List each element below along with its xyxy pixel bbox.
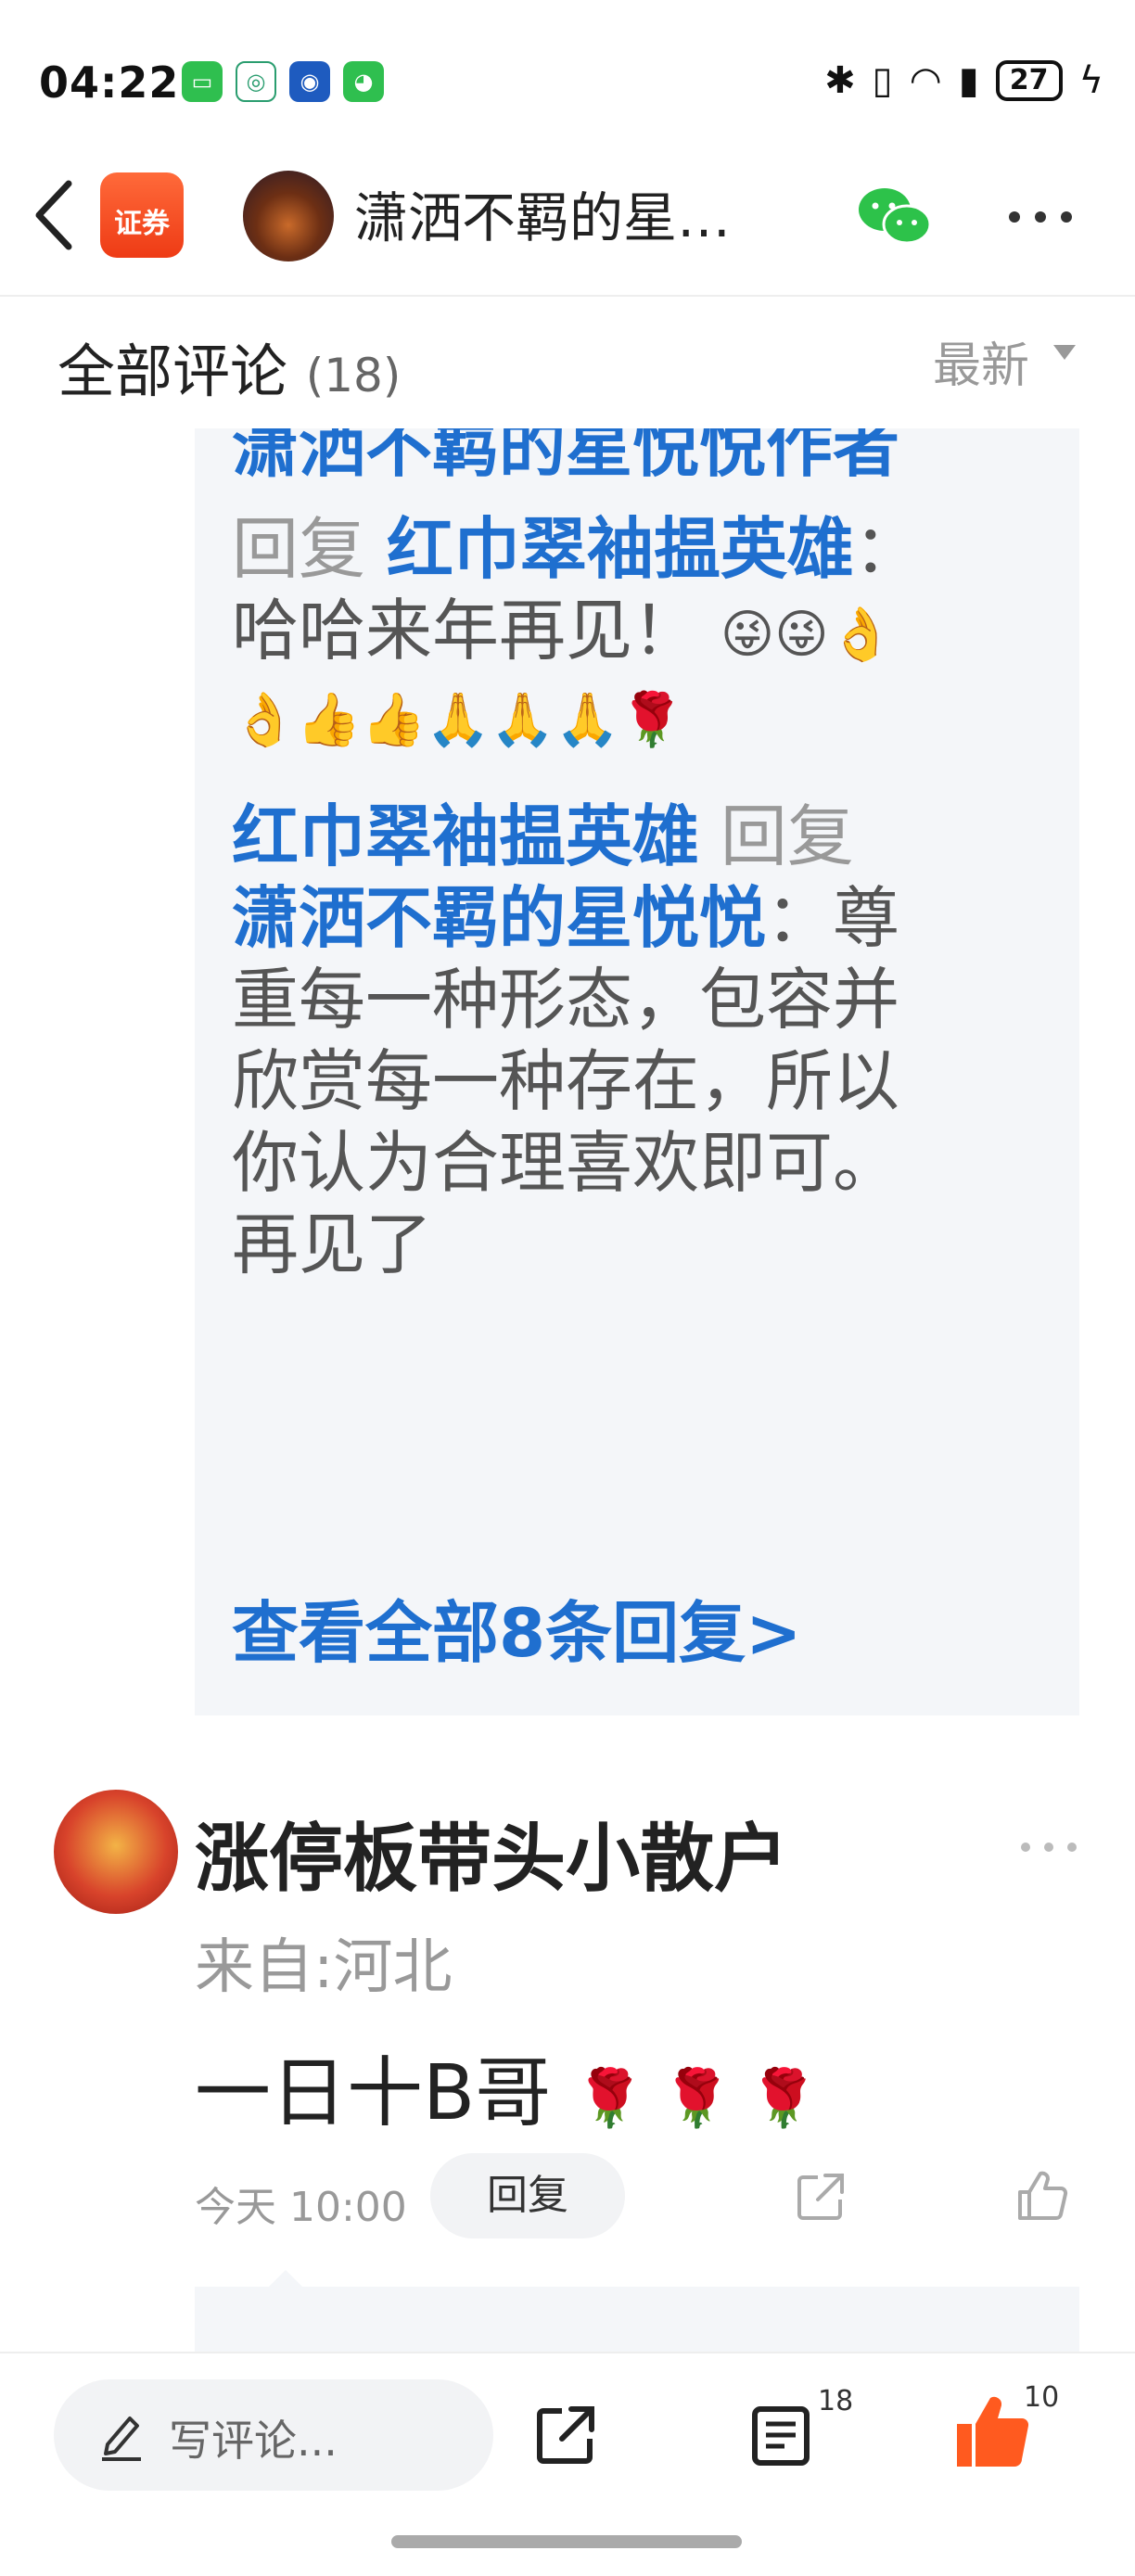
bank-notification-icon: ◎ bbox=[236, 61, 276, 102]
wechat-share-icon[interactable] bbox=[857, 184, 933, 249]
comments-title: 全部评论 bbox=[57, 338, 288, 405]
comments-list-icon[interactable] bbox=[747, 2402, 814, 2468]
comments-count-badge: 18 bbox=[818, 2385, 854, 2417]
reply-word: 回复 bbox=[232, 510, 366, 588]
reply-body: 重每一种形态，包容并 bbox=[232, 961, 900, 1039]
sort-dropdown[interactable]: 最新 bbox=[933, 326, 1029, 396]
comment-text: 一日十B哥 bbox=[195, 2049, 552, 2137]
charging-icon: ϟ bbox=[1078, 59, 1103, 102]
chevron-down-icon[interactable] bbox=[1053, 345, 1076, 360]
vibrate-icon: ▯ bbox=[872, 59, 893, 102]
comment-location: 来自:河北 bbox=[195, 1933, 453, 2002]
reply-line: 红巾翠袖揾英雄 回复 bbox=[232, 796, 854, 877]
like-filled-icon[interactable] bbox=[951, 2391, 1033, 2472]
back-arrow-icon[interactable] bbox=[32, 178, 76, 252]
reply-body: 尊 bbox=[833, 879, 900, 957]
nav-divider bbox=[0, 295, 1135, 297]
wifi-icon: ◠ bbox=[909, 59, 942, 102]
emoji-group: 👌👍👍🙏🙏🙏🌹 bbox=[232, 690, 685, 751]
battery-icon: 27 bbox=[995, 60, 1063, 101]
reply-line: 回复 红巾翠袖揾英雄： bbox=[232, 508, 921, 590]
like-icon[interactable] bbox=[1014, 2168, 1070, 2224]
colon: ： bbox=[766, 879, 834, 957]
reply-target-name[interactable]: 潇洒不羁的星悦悦 bbox=[232, 879, 766, 957]
reply-body: 再见了 bbox=[232, 1205, 433, 1283]
reply-author-partial[interactable]: 潇洒不羁的星悦悦作者 bbox=[232, 428, 899, 488]
reply-button[interactable]: 回复 bbox=[430, 2153, 625, 2238]
like-count-badge: 10 bbox=[1024, 2381, 1060, 2414]
app-notification-icon: ▭ bbox=[182, 61, 223, 102]
page-title[interactable]: 潇洒不羁的星… bbox=[354, 174, 731, 252]
wechat-notification-icon: ◕ bbox=[343, 61, 384, 102]
colon: ： bbox=[853, 510, 921, 588]
status-time: 04:22 bbox=[39, 57, 180, 108]
reply-panel-preview bbox=[195, 2287, 1079, 2361]
securities-app-badge[interactable]: 证券 bbox=[100, 172, 184, 258]
share-icon[interactable] bbox=[532, 2402, 599, 2468]
signal-icon: ▮ bbox=[958, 59, 979, 102]
reply-emojis: 👌👍👍🙏🙏🙏🌹 bbox=[232, 675, 684, 761]
reply-word: 回复 bbox=[720, 797, 854, 875]
reply-target-name[interactable]: 红巾翠袖揾英雄 bbox=[387, 510, 854, 588]
status-icons: ✱ ▯ ◠ ▮ 27 ϟ bbox=[824, 59, 1103, 102]
view-all-replies-link[interactable]: 查看全部8条回复> bbox=[232, 1578, 801, 1676]
comment-input-placeholder[interactable]: 写评论... bbox=[169, 2407, 338, 2468]
reply-panel-notch bbox=[269, 2270, 302, 2287]
reply-body: 哈哈来年再见！ bbox=[232, 592, 700, 670]
more-options-icon[interactable] bbox=[1007, 210, 1074, 224]
reply-author-name[interactable]: 红巾翠袖揾英雄 bbox=[232, 797, 699, 875]
comments-header: 全部评论 (18) bbox=[57, 325, 401, 408]
reply-text: 哈哈来年再见！ 😜😜👌 bbox=[232, 590, 893, 676]
emoji-group: 😜😜👌 bbox=[720, 605, 894, 666]
reply-body: 你认为合理喜欢即可。 bbox=[232, 1124, 900, 1202]
reply-panel: 潇洒不羁的星悦悦作者 回复 红巾翠袖揾英雄： 哈哈来年再见！ 😜😜👌 👌👍👍🙏🙏… bbox=[195, 428, 1079, 1715]
more-options-icon[interactable] bbox=[1020, 1842, 1078, 1853]
reply-body: 欣赏每一种存在，所以 bbox=[232, 1042, 900, 1120]
reply-line: 潇洒不羁的星悦悦：尊 bbox=[232, 877, 899, 959]
home-indicator[interactable] bbox=[391, 2535, 742, 2548]
bluetooth-icon: ✱ bbox=[824, 59, 856, 102]
comment-body: 一日十B哥 🌹 🌹 🌹 bbox=[195, 2031, 819, 2141]
payment-notification-icon: ◉ bbox=[289, 61, 330, 102]
author-avatar[interactable] bbox=[243, 171, 334, 261]
avatar[interactable] bbox=[54, 1790, 178, 1914]
comment-author[interactable]: 涨停板带头小散户 bbox=[195, 1799, 788, 1906]
comments-count: (18) bbox=[305, 349, 402, 402]
emoji-group: 🌹 🌹 🌹 bbox=[575, 2066, 819, 2132]
comment-time: 今天 10:00 bbox=[195, 2184, 407, 2231]
share-icon[interactable] bbox=[794, 2170, 848, 2224]
pencil-icon bbox=[102, 2417, 141, 2461]
